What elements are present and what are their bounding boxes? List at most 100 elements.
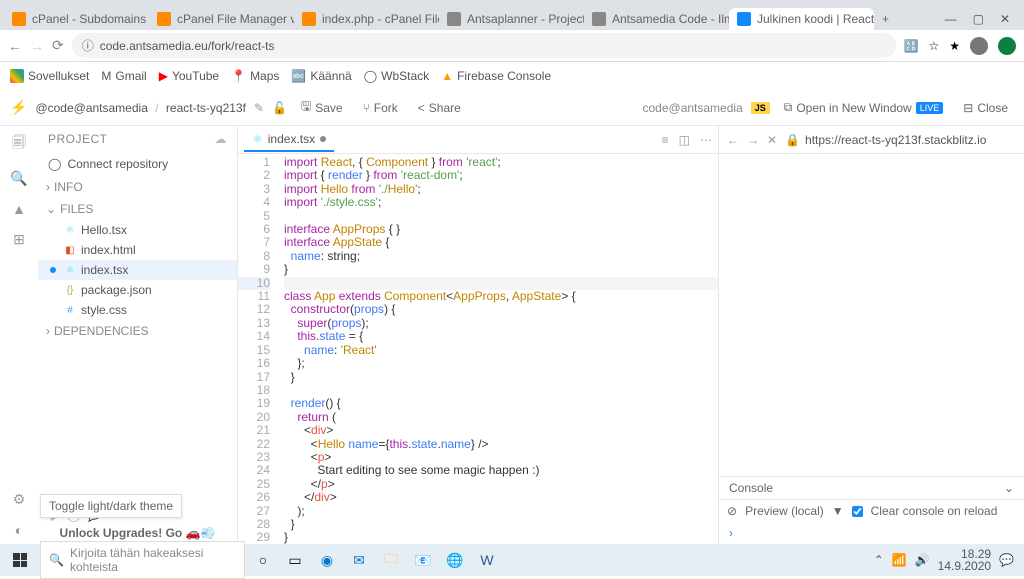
info-section[interactable]: ›INFO (38, 176, 237, 198)
maximize-icon[interactable]: ▢ (973, 12, 984, 26)
more-icon[interactable]: ⋯ (700, 133, 712, 147)
sidebar-title: PROJECT (48, 132, 108, 146)
browser-tab-active[interactable]: Julkinen koodi | React |× (729, 8, 874, 30)
clear-console-checkbox[interactable] (852, 506, 863, 517)
gmail-icon: M (101, 69, 111, 83)
taskbar-search[interactable]: 🔍Kirjoita tähän hakeaksesi kohteista (40, 541, 245, 579)
bookmark-item[interactable]: ▲Firebase Console (441, 69, 551, 83)
code-content[interactable]: import React, { Component } from 'react'… (278, 154, 718, 544)
maps-icon: 📍 (231, 69, 246, 83)
open-new-window-button[interactable]: ⧉Open in New WindowLIVE (778, 96, 949, 119)
nav-forward-icon[interactable]: → (747, 133, 759, 147)
wbstack-icon: ◯ (364, 69, 377, 83)
deps-section[interactable]: ›DEPENDENCIES (38, 320, 237, 342)
profile-avatar[interactable] (970, 37, 988, 55)
file-item[interactable]: {}package.json (38, 280, 237, 300)
browser-tab[interactable]: cPanel File Manager v3× (149, 8, 294, 30)
back-button[interactable]: ← (8, 38, 22, 54)
bookmark-item[interactable]: ▶YouTube (159, 69, 219, 83)
dropdown-icon[interactable]: ▼ (832, 504, 844, 518)
close-preview-icon[interactable]: ✕ (767, 133, 777, 147)
upgrade-banner[interactable]: Unlock Upgrades! Go 🚗💨 (46, 526, 229, 540)
chevron-right-icon: › (46, 324, 50, 338)
nav-back-icon[interactable]: ← (727, 133, 739, 147)
live-badge: LIVE (916, 102, 944, 114)
chrome-icon[interactable]: 🌐 (441, 547, 469, 573)
bolt-icon: ⚡ (10, 99, 27, 116)
bookmark-item[interactable]: 🔤Käännä (291, 69, 351, 83)
star-icon[interactable]: ☆ (928, 39, 939, 53)
mail-icon[interactable]: ✉ (345, 547, 373, 573)
json-icon: {} (64, 284, 76, 296)
close-button[interactable]: ⊟Close (957, 97, 1014, 119)
bookmark-item[interactable]: ◯WbStack (364, 69, 429, 83)
bookmark-item[interactable]: 📍Maps (231, 69, 279, 83)
console-header[interactable]: Console ⌄ (719, 476, 1024, 500)
close-window-icon[interactable]: ✕ (1000, 12, 1010, 26)
bookmark-apps[interactable]: Sovellukset (10, 69, 89, 83)
editor-tab[interactable]: ⚛ index.tsx (244, 128, 334, 152)
unsaved-dot-icon (320, 136, 326, 142)
github-icon: ◯ (48, 157, 61, 171)
activity-bar: 🗐 🔍 ▲ ⊞ ⚙ ◐ (0, 126, 38, 544)
browser-tab[interactable]: cPanel - Subdomains× (4, 8, 149, 30)
apps-icon (10, 69, 24, 83)
gear-icon[interactable]: ⚙ (13, 491, 26, 508)
connect-repo-button[interactable]: ◯ Connect repository (38, 152, 237, 176)
file-item[interactable]: #style.css (38, 300, 237, 320)
split-icon[interactable]: ◫ (679, 133, 690, 147)
translate-icon[interactable]: 🔠 (904, 39, 919, 53)
preview-url-bar[interactable]: 🔒 https://react-ts-yq213f.stackblitz.io (785, 133, 1016, 147)
wifi-icon[interactable]: 📶 (892, 553, 907, 567)
volume-icon[interactable]: 🔊 (915, 553, 930, 567)
notifications-icon[interactable]: 💬 (999, 553, 1014, 567)
explorer-icon[interactable]: 🗀 (377, 547, 405, 573)
outlook-icon[interactable]: 📧 (409, 547, 437, 573)
lock-icon[interactable]: 🔓 (272, 101, 287, 115)
preview-select[interactable]: Preview (local) (745, 504, 824, 518)
bookmark-item[interactable]: MGmail (101, 69, 146, 83)
cloud-icon[interactable]: ☁ (215, 132, 228, 146)
address-bar[interactable]: ⓘ code.antsamedia.eu/fork/react-ts (72, 33, 896, 58)
forward-button[interactable]: → (30, 38, 44, 54)
youtube-icon: ▶ (159, 69, 168, 83)
user-link[interactable]: @code@antsamedia (35, 101, 147, 115)
files-icon[interactable]: 🗐 (12, 132, 26, 156)
apps-icon[interactable]: ⊞ (13, 231, 25, 248)
files-section[interactable]: ⌄FILES (38, 198, 237, 220)
project-name[interactable]: react-ts-yq213f (166, 101, 246, 115)
menu-icon[interactable]: ≡ (662, 133, 669, 147)
preview-body (719, 154, 1024, 476)
reload-button[interactable]: ⟳ (52, 37, 64, 54)
console-prompt[interactable]: › (719, 522, 1024, 544)
browser-tab[interactable]: index.php - cPanel File× (294, 8, 439, 30)
firebase-icon[interactable]: ▲ (12, 201, 26, 217)
block-icon[interactable]: ⊘ (727, 504, 737, 518)
taskview-icon[interactable]: ▭ (281, 547, 309, 573)
cortana-icon[interactable]: ○ (249, 547, 277, 573)
chevron-down-icon[interactable]: ⌄ (1004, 481, 1014, 495)
tray-chevron-icon[interactable]: ⌃ (874, 553, 884, 567)
edit-icon[interactable]: ✎ (254, 101, 264, 115)
theme-toggle-icon[interactable]: ◐ (15, 522, 23, 538)
edge-icon[interactable]: ◉ (313, 547, 341, 573)
word-icon[interactable]: W (473, 547, 501, 573)
clock[interactable]: 18.29 14.9.2020 (938, 548, 991, 572)
site-info-icon[interactable]: ⓘ (82, 37, 94, 54)
minimize-icon[interactable]: — (945, 12, 957, 26)
clear-console-label: Clear console on reload (871, 504, 998, 518)
browser-tab[interactable]: Antsaplanner - Project× (439, 8, 584, 30)
start-button[interactable] (0, 544, 40, 576)
extension-badge[interactable] (998, 37, 1016, 55)
file-item[interactable]: ⚛Hello.tsx (38, 220, 237, 240)
file-item[interactable]: ◧index.html (38, 240, 237, 260)
browser-tab[interactable]: Antsamedia Code - Ilm× (584, 8, 729, 30)
new-tab-button[interactable]: + (874, 8, 897, 30)
file-item-active[interactable]: ⚛index.tsx (38, 260, 237, 280)
fork-icon: ⑂ (363, 101, 370, 115)
extension-icon[interactable]: ★ (949, 39, 960, 53)
share-button[interactable]: <Share (412, 97, 467, 119)
fork-button[interactable]: ⑂Fork (357, 97, 404, 119)
save-button[interactable]: 🖫Save (295, 93, 349, 122)
search-icon[interactable]: 🔍 (10, 170, 27, 187)
